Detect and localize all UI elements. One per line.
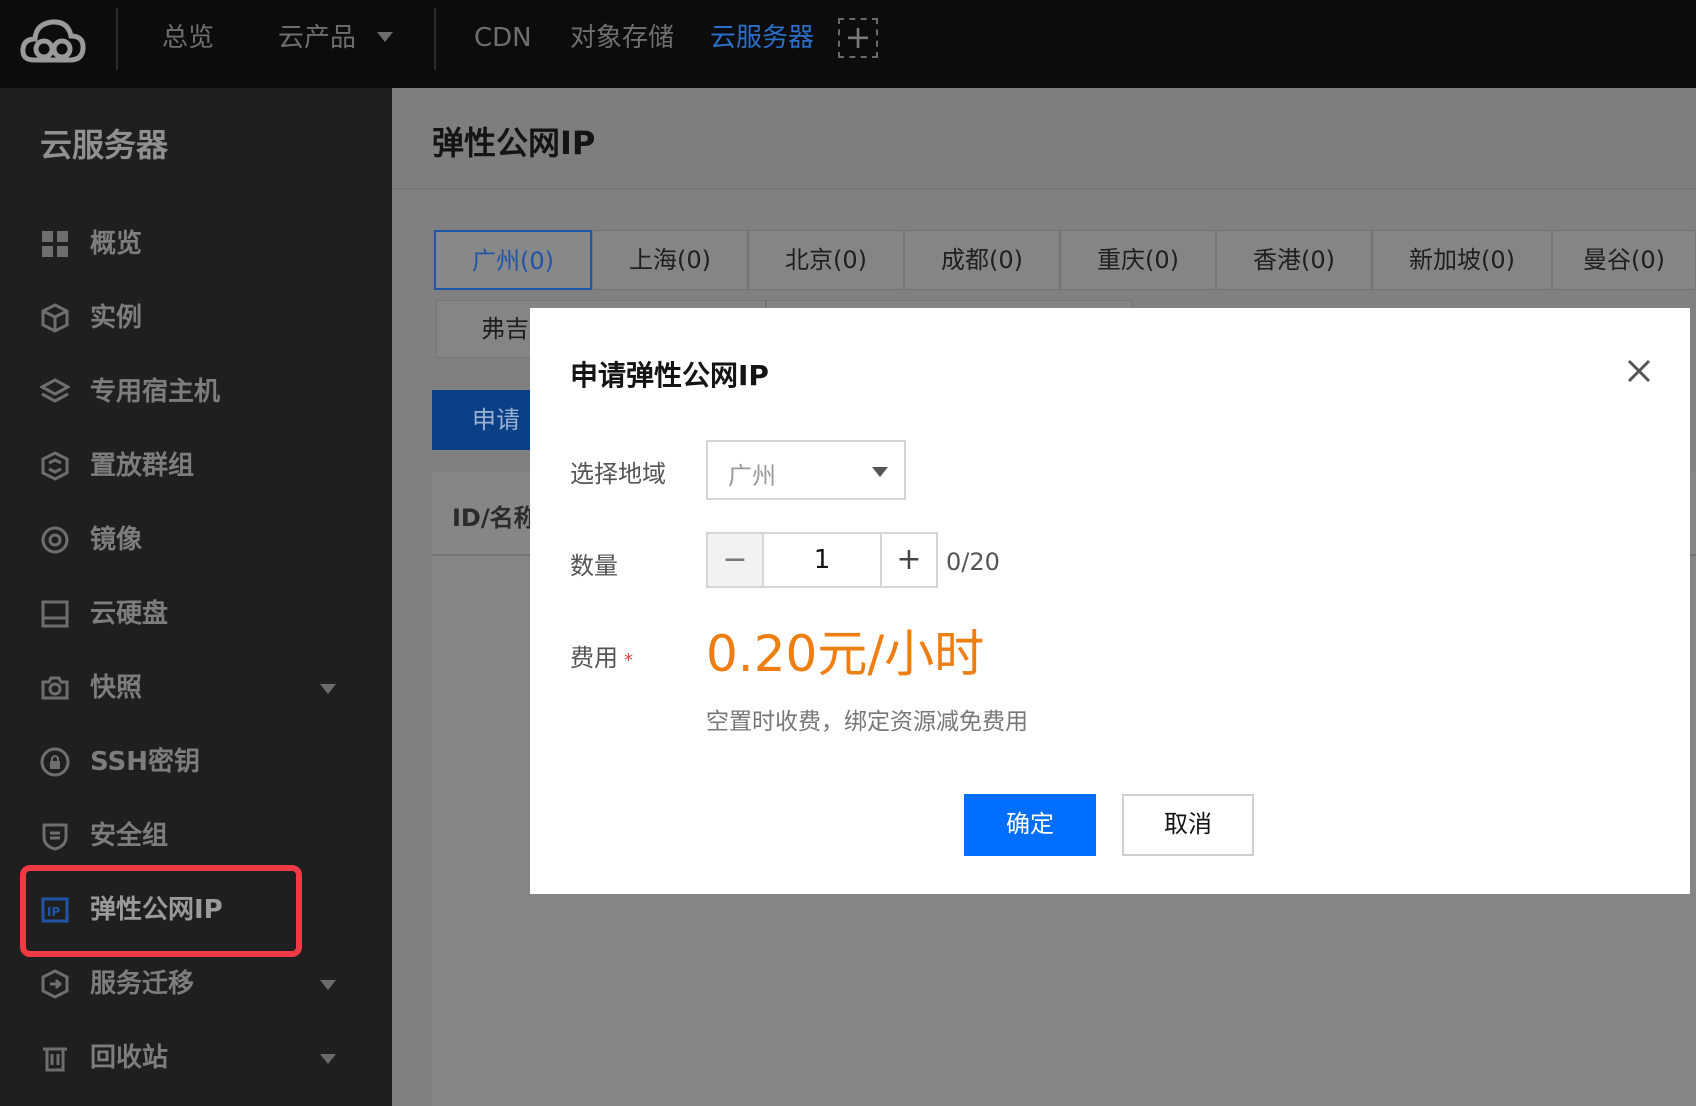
sidebar-item-placement-group[interactable]: 置放群组: [40, 442, 350, 490]
fee-value: 0.20元/小时: [706, 625, 985, 683]
fee-note: 空置时收费，绑定资源减免费用: [706, 709, 1028, 735]
quantity-input[interactable]: 1: [762, 532, 882, 588]
quantity-increment-button[interactable]: +: [880, 532, 938, 588]
sidebar-item-label: 回收站: [90, 1043, 169, 1073]
add-shortcut-button[interactable]: +: [838, 18, 878, 58]
tab-region-chongqing[interactable]: 重庆(0): [1060, 230, 1216, 290]
fee-label-text: 费用: [570, 644, 618, 672]
apply-eip-dialog: 申请弹性公网IP 选择地域 广州 数量 − 1 + 0/20 费用 * 0.20元…: [530, 308, 1690, 894]
chevron-down-icon[interactable]: [320, 1054, 336, 1064]
hexagon-stack-icon: [41, 451, 69, 481]
disk-icon: [41, 600, 69, 628]
nav-overview[interactable]: 总览: [162, 20, 214, 56]
tab-region-bangkok[interactable]: 曼谷(0): [1552, 230, 1696, 290]
sidebar-item-migration[interactable]: 服务迁移: [40, 960, 350, 1008]
sidebar-item-images[interactable]: 镜像: [40, 516, 350, 564]
nav-object-storage[interactable]: 对象存储: [570, 20, 674, 56]
sidebar-item-instances[interactable]: 实例: [40, 294, 350, 342]
layers-icon: [40, 378, 70, 403]
sidebar-item-security-group[interactable]: 安全组: [40, 812, 350, 860]
sidebar-item-label: 置放群组: [90, 451, 195, 481]
cube-icon: [41, 303, 69, 333]
chevron-down-icon[interactable]: [320, 980, 336, 990]
chevron-down-icon[interactable]: [320, 684, 336, 694]
sidebar-item-label: SSH密钥: [90, 747, 201, 777]
confirm-button[interactable]: 确定: [964, 794, 1096, 856]
apply-eip-button[interactable]: 申请: [432, 390, 532, 450]
top-navbar: 总览 云产品 CDN 对象存储 云服务器 +: [0, 0, 1696, 88]
tab-region-shanghai[interactable]: 上海(0): [592, 230, 748, 290]
region-label: 选择地域: [570, 460, 666, 488]
fee-label: 费用 *: [570, 638, 633, 673]
page-title: 弹性公网IP: [432, 124, 596, 162]
nav-cloud-products[interactable]: 云产品: [278, 20, 356, 56]
sidebar-item-cloud-disk[interactable]: 云硬盘: [40, 590, 350, 638]
sidebar-item-label: 概览: [90, 229, 143, 259]
sidebar-item-dedicated-host[interactable]: 专用宿主机: [40, 368, 350, 416]
required-mark: *: [624, 650, 633, 671]
region-select[interactable]: 广州: [706, 440, 906, 500]
tab-region-singapore[interactable]: 新加坡(0): [1372, 230, 1552, 290]
tab-region-guangzhou[interactable]: 广州(0): [434, 230, 592, 290]
sidebar-item-snapshot[interactable]: 快照: [40, 664, 350, 712]
sidebar-item-label: 服务迁移: [90, 969, 195, 999]
chevron-down-icon[interactable]: [377, 32, 393, 42]
dialog-title: 申请弹性公网IP: [570, 359, 769, 392]
quantity-decrement-button[interactable]: −: [706, 532, 764, 588]
sidebar-item-label: 专用宿主机: [90, 377, 221, 407]
camera-icon: [41, 676, 69, 700]
disc-icon: [41, 526, 69, 554]
sidebar-item-recycle-bin[interactable]: 回收站: [40, 1034, 350, 1082]
lock-icon: [40, 747, 70, 777]
sidebar-item-label: 镜像: [90, 525, 143, 555]
region-select-value: 广州: [728, 462, 776, 490]
grid-icon: [42, 231, 68, 257]
tab-region-chengdu[interactable]: 成都(0): [904, 230, 1060, 290]
cloud-logo-icon[interactable]: [20, 12, 86, 68]
cancel-button[interactable]: 取消: [1122, 794, 1254, 856]
quantity-label: 数量: [570, 552, 618, 580]
sidebar-item-label: 云硬盘: [90, 599, 169, 629]
sidebar-item-label: 快照: [90, 673, 143, 703]
trash-icon: [43, 1047, 67, 1072]
nav-divider: [116, 8, 118, 70]
sidebar-item-overview[interactable]: 概览: [40, 220, 350, 268]
nav-divider: [434, 8, 436, 70]
chevron-down-icon: [872, 467, 888, 477]
nav-cdn[interactable]: CDN: [474, 20, 532, 56]
nav-cvm[interactable]: 云服务器: [710, 20, 814, 56]
migrate-icon: [41, 969, 69, 999]
sidebar-item-ssh-key[interactable]: SSH密钥: [40, 738, 350, 786]
page-header: 弹性公网IP: [392, 88, 1696, 190]
highlight-annotation: [20, 865, 302, 957]
close-icon[interactable]: [1624, 356, 1654, 386]
column-id-name: ID/名称: [452, 504, 538, 532]
sidebar-item-label: 安全组: [90, 821, 169, 851]
tab-region-hongkong[interactable]: 香港(0): [1216, 230, 1372, 290]
tab-region-beijing[interactable]: 北京(0): [748, 230, 904, 290]
sidebar-title: 云服务器: [40, 126, 169, 164]
quantity-limit: 0/20: [946, 548, 1000, 576]
shield-icon: [42, 823, 68, 851]
sidebar-item-label: 实例: [90, 303, 143, 333]
